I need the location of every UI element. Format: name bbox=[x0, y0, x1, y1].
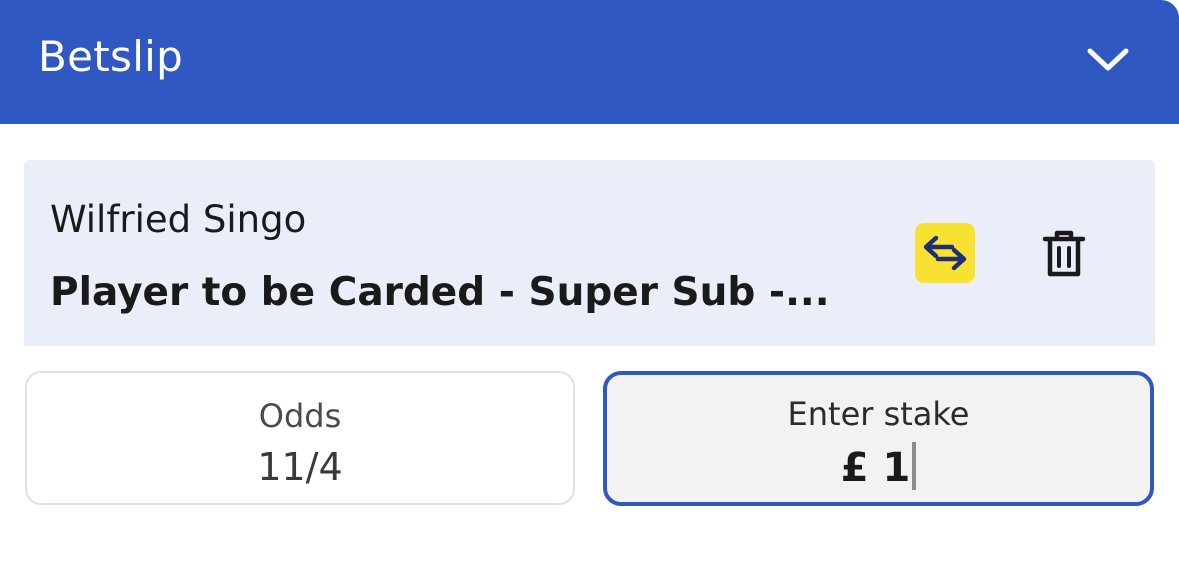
trash-icon bbox=[1042, 230, 1086, 277]
swap-arrows-icon bbox=[923, 235, 967, 271]
text-caret bbox=[912, 442, 917, 490]
stake-label: Enter stake bbox=[787, 395, 970, 433]
stake-value-row: £ 1 bbox=[607, 442, 1150, 494]
player-name: Wilfried Singo bbox=[50, 198, 307, 241]
chevron-down-icon bbox=[1087, 48, 1129, 71]
market-name: Player to be Carded - Super Sub -... bbox=[50, 270, 830, 315]
odds-label: Odds bbox=[258, 397, 342, 435]
odds-value: 11/4 bbox=[257, 445, 343, 489]
betslip-title: Betslip bbox=[38, 32, 184, 81]
stake-value: 1 bbox=[882, 445, 911, 491]
betslip-header: Betslip bbox=[0, 0, 1179, 124]
remove-selection-button[interactable] bbox=[1036, 225, 1092, 283]
currency-symbol: £ bbox=[840, 445, 883, 491]
collapse-betslip-button[interactable] bbox=[1082, 36, 1134, 84]
stake-input[interactable]: Enter stake £ 1 bbox=[603, 371, 1154, 506]
swap-selection-button[interactable] bbox=[915, 223, 975, 283]
selection-card: Wilfried Singo Player to be Carded - Sup… bbox=[24, 160, 1155, 346]
odds-box: Odds 11/4 bbox=[25, 371, 575, 505]
